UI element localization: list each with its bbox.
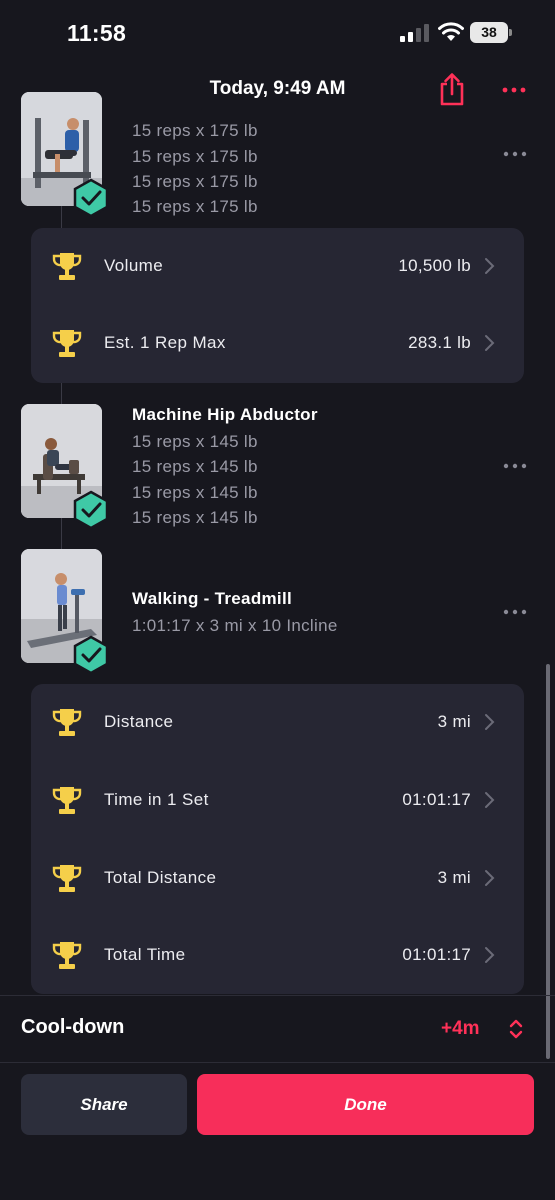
- set-line: 15 reps x 175 lb: [132, 197, 258, 216]
- record-label: Total Time: [104, 945, 186, 964]
- chevron-right-icon: [485, 714, 495, 730]
- battery-level: 38: [470, 22, 508, 43]
- scrollbar[interactable]: [546, 664, 550, 1059]
- exercise-name: Walking - Treadmill: [132, 589, 292, 608]
- chevron-right-icon: [485, 870, 495, 886]
- record-label: Total Distance: [104, 868, 217, 887]
- cooldown-label: Cool-down: [21, 1016, 125, 1038]
- personal-records-card: Distance 3 mi Time in 1 Set 01:01:17 Tot…: [31, 684, 524, 994]
- trophy-icon: [52, 253, 82, 280]
- record-value: 3 mi: [437, 712, 471, 731]
- record-label: Volume: [104, 256, 164, 275]
- status-time: 11:58: [67, 20, 127, 46]
- battery-tip: [509, 29, 512, 36]
- record-value: 01:01:17: [402, 945, 471, 964]
- chevron-right-icon: [485, 335, 495, 351]
- exercise-more-icon[interactable]: [503, 149, 527, 159]
- set-line: 15 reps x 145 lb: [132, 457, 258, 476]
- divider: [0, 1062, 555, 1063]
- trophy-icon: [52, 709, 82, 736]
- exercise-item[interactable]: Machine Hip Abductor 15 reps x 145 lb 15…: [0, 404, 555, 534]
- record-row-total-distance[interactable]: Total Distance 3 mi: [31, 840, 524, 918]
- exercise-more-icon[interactable]: [503, 461, 527, 471]
- chevron-right-icon: [485, 792, 495, 808]
- done-button[interactable]: Done: [197, 1074, 534, 1135]
- wifi-icon: [438, 22, 464, 41]
- set-line: 1:01:17 x 3 mi x 10 Incline: [132, 616, 338, 635]
- set-line: 15 reps x 145 lb: [132, 483, 258, 502]
- set-line: 15 reps x 145 lb: [132, 432, 258, 451]
- cellular-signal-icon: [400, 24, 429, 42]
- completed-check-icon: [73, 178, 109, 218]
- record-value: 10,500 lb: [398, 256, 471, 275]
- expand-collapse-icon[interactable]: [508, 1017, 524, 1041]
- set-line: 15 reps x 175 lb: [132, 147, 258, 166]
- completed-check-icon: [73, 635, 109, 675]
- record-label: Est. 1 Rep Max: [104, 333, 226, 352]
- set-line: 15 reps x 175 lb: [132, 121, 258, 140]
- exercise-item[interactable]: 15 reps x 175 lb 15 reps x 175 lb 15 rep…: [0, 92, 555, 222]
- chevron-right-icon: [485, 258, 495, 274]
- share-button[interactable]: Share: [21, 1074, 187, 1135]
- record-value: 01:01:17: [402, 790, 471, 809]
- chevron-right-icon: [485, 947, 495, 963]
- record-value: 3 mi: [437, 868, 471, 887]
- trophy-icon: [52, 787, 82, 814]
- completed-check-icon: [73, 490, 109, 530]
- record-value: 283.1 lb: [408, 333, 471, 352]
- more-options-icon[interactable]: [500, 78, 528, 102]
- trophy-icon: [52, 330, 82, 357]
- record-label: Time in 1 Set: [104, 790, 209, 809]
- personal-records-card: Volume 10,500 lb Est. 1 Rep Max 283.1 lb: [31, 228, 524, 383]
- trophy-icon: [52, 942, 82, 969]
- record-row-time-in-1-set[interactable]: Time in 1 Set 01:01:17: [31, 762, 524, 840]
- record-row-total-time[interactable]: Total Time 01:01:17: [31, 917, 524, 995]
- status-bar: 11:58 38: [0, 0, 555, 62]
- exercise-item[interactable]: Walking - Treadmill 1:01:17 x 3 mi x 10 …: [0, 549, 555, 675]
- exercise-name: Machine Hip Abductor: [132, 405, 318, 424]
- trophy-icon: [52, 865, 82, 892]
- battery-indicator: 38: [470, 22, 512, 43]
- set-line: 15 reps x 175 lb: [132, 172, 258, 191]
- record-row-est-1rm[interactable]: Est. 1 Rep Max 283.1 lb: [31, 305, 524, 383]
- cooldown-value[interactable]: +4m: [441, 1018, 480, 1040]
- share-icon[interactable]: [436, 72, 468, 106]
- record-row-volume[interactable]: Volume 10,500 lb: [31, 228, 524, 306]
- set-line: 15 reps x 145 lb: [132, 508, 258, 527]
- record-label: Distance: [104, 712, 174, 731]
- record-row-distance[interactable]: Distance 3 mi: [31, 684, 524, 762]
- exercise-more-icon[interactable]: [503, 607, 527, 617]
- divider: [0, 995, 555, 996]
